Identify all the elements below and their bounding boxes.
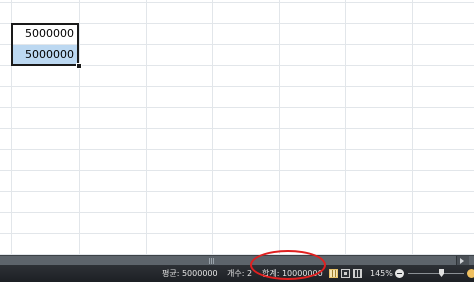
status-bar: 평균: 5000000 개수: 2 합계: 10000000 145% bbox=[0, 265, 474, 282]
scrollbar-thumb-grip[interactable] bbox=[209, 258, 215, 264]
zoom-in-icon[interactable] bbox=[467, 269, 474, 278]
gridline bbox=[0, 2, 474, 3]
status-average: 평균: 5000000 bbox=[162, 269, 218, 278]
page-layout-view-icon[interactable] bbox=[341, 269, 350, 278]
gridline bbox=[0, 233, 474, 234]
gridline bbox=[0, 212, 474, 213]
fill-handle[interactable] bbox=[76, 63, 82, 69]
gridline bbox=[0, 191, 474, 192]
spreadsheet-grid[interactable]: 5000000 5000000 bbox=[0, 0, 474, 255]
gridline bbox=[0, 128, 474, 129]
zoom-slider-thumb[interactable] bbox=[439, 269, 444, 277]
sum-annotation-circle bbox=[250, 250, 326, 280]
zoom-level[interactable]: 145% bbox=[370, 265, 393, 282]
zoom-out-icon[interactable] bbox=[395, 269, 404, 278]
status-count: 개수: 2 bbox=[227, 269, 253, 278]
page-break-view-icon[interactable] bbox=[353, 269, 362, 278]
gridline bbox=[0, 107, 474, 108]
gridline bbox=[0, 149, 474, 150]
cell-a1[interactable]: 5000000 bbox=[12, 24, 78, 44]
cell-a2[interactable]: 5000000 bbox=[12, 45, 78, 65]
gridline bbox=[0, 170, 474, 171]
gridline bbox=[0, 86, 474, 87]
normal-view-icon[interactable] bbox=[329, 269, 338, 278]
zoom-slider-track[interactable] bbox=[408, 273, 464, 274]
scroll-right-icon bbox=[460, 258, 464, 264]
gridline bbox=[0, 65, 474, 66]
